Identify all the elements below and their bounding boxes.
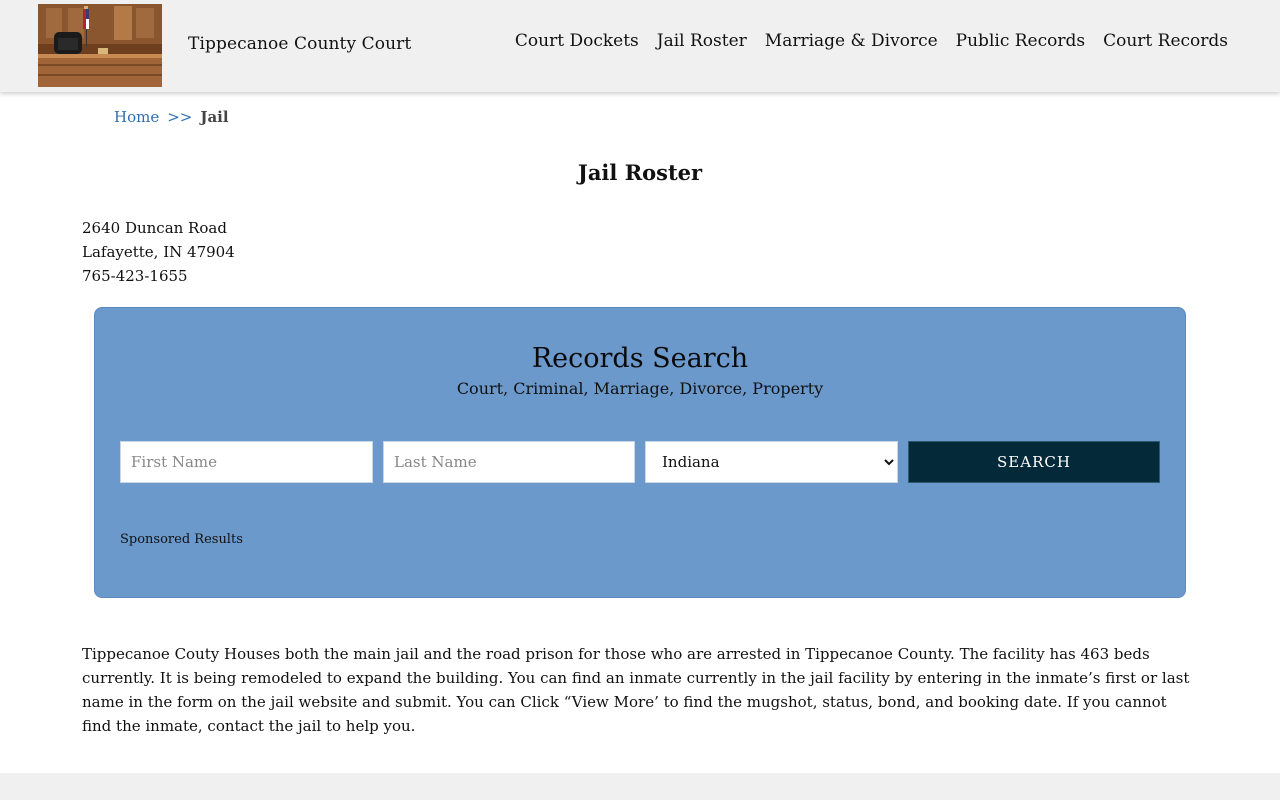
page-title: Jail Roster — [577, 160, 703, 185]
nav-marriage-divorce[interactable]: Marriage & Divorce — [765, 31, 938, 51]
page-footer — [0, 773, 1280, 800]
nav-court-dockets[interactable]: Court Dockets — [515, 31, 639, 51]
nav-public-records[interactable]: Public Records — [956, 31, 1085, 51]
address-city: Lafayette, IN 47904 — [82, 243, 235, 261]
nav-jail-roster[interactable]: Jail Roster — [657, 31, 747, 51]
courtroom-image — [38, 4, 162, 87]
main-nav: Court Dockets Jail Roster Marriage & Div… — [515, 31, 1228, 51]
site-title[interactable]: Tippecanoe County Court — [188, 34, 411, 54]
first-name-input[interactable] — [120, 441, 373, 483]
breadcrumb-separator: >> — [167, 108, 193, 126]
nav-court-records[interactable]: Court Records — [1103, 31, 1228, 51]
jail-address: 2640 Duncan Road Lafayette, IN 47904 765… — [82, 216, 235, 288]
breadcrumb-home-link[interactable]: Home — [114, 108, 159, 126]
sponsored-results-label: Sponsored Results — [120, 532, 243, 547]
state-select[interactable]: Indiana — [645, 441, 898, 483]
breadcrumb: Home >> Jail — [114, 108, 229, 126]
site-header: Tippecanoe County Court Court Dockets Ja… — [0, 0, 1280, 92]
last-name-input[interactable] — [383, 441, 635, 483]
courtroom-logo-image[interactable] — [38, 4, 162, 87]
search-subtitle: Court, Criminal, Marriage, Divorce, Prop… — [456, 379, 824, 398]
records-search-panel: Records Search Court, Criminal, Marriage… — [94, 307, 1186, 598]
breadcrumb-current: Jail — [200, 108, 229, 126]
address-street: 2640 Duncan Road — [82, 219, 227, 237]
search-button[interactable]: SEARCH — [908, 441, 1160, 483]
address-phone: 765-423-1655 — [82, 267, 188, 285]
search-title: Records Search — [531, 343, 749, 374]
jail-description: Tippecanoe Couty Houses both the main ja… — [82, 645, 1190, 735]
